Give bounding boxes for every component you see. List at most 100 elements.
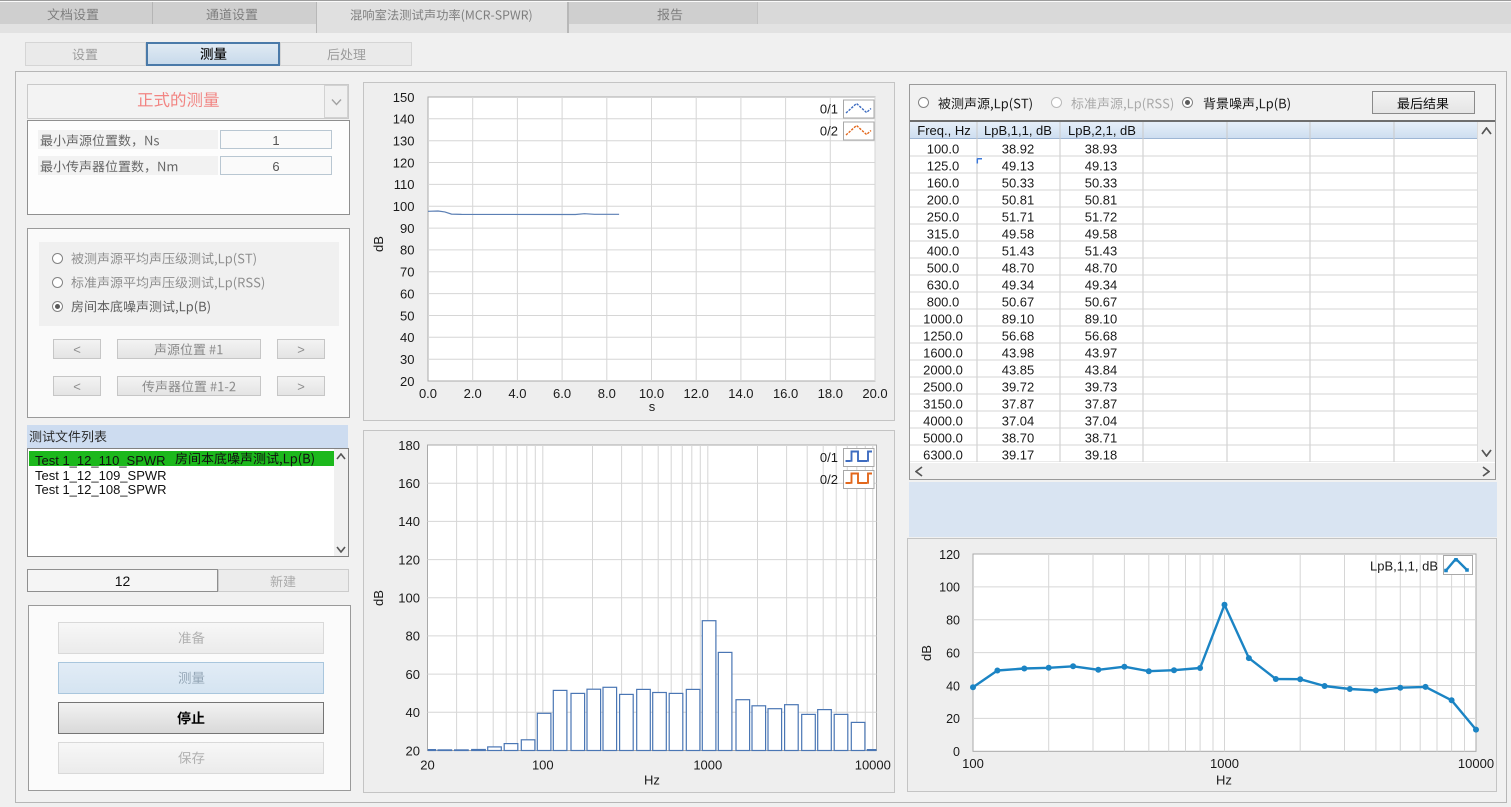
svg-text:50.81: 50.81 [1085,192,1118,207]
svg-text:100: 100 [939,581,960,595]
svg-text:20: 20 [400,374,414,389]
svg-text:200.0: 200.0 [927,192,960,207]
svg-text:20: 20 [406,743,420,758]
svg-text:2500.0: 2500.0 [923,379,963,394]
svg-text:6300.0: 6300.0 [923,447,963,462]
svg-text:800.0: 800.0 [927,294,960,309]
svg-text:315.0: 315.0 [927,226,960,241]
svg-text:100: 100 [962,756,984,771]
svg-text:dB: dB [371,590,386,606]
svg-text:125.0: 125.0 [927,158,960,173]
svg-text:180: 180 [398,438,420,453]
svg-text:5000.0: 5000.0 [923,430,963,445]
svg-text:4.0: 4.0 [508,386,526,401]
svg-text:56.68: 56.68 [1002,328,1035,343]
svg-text:0/1: 0/1 [820,102,838,117]
svg-text:89.10: 89.10 [1002,311,1035,326]
svg-text:39.73: 39.73 [1085,379,1118,394]
svg-text:100: 100 [398,591,420,606]
svg-text:120: 120 [398,552,420,567]
svg-text:140: 140 [398,514,420,529]
svg-text:1000: 1000 [693,758,722,773]
svg-text:80: 80 [946,614,960,628]
svg-text:Hz: Hz [1216,773,1232,788]
svg-text:12.0: 12.0 [684,386,709,401]
svg-text:LpB,1,1, dB: LpB,1,1, dB [1370,559,1438,574]
svg-text:50.33: 50.33 [1085,175,1118,190]
svg-text:38.93: 38.93 [1085,141,1118,156]
svg-text:s: s [649,399,656,414]
svg-text:50.81: 50.81 [1002,192,1035,207]
svg-text:100: 100 [393,199,415,214]
svg-text:49.58: 49.58 [1085,226,1118,241]
svg-text:60: 60 [406,667,420,682]
svg-text:110: 110 [394,177,415,192]
svg-text:50.67: 50.67 [1002,294,1035,309]
svg-text:0/1: 0/1 [820,450,838,465]
svg-text:90: 90 [400,221,414,236]
svg-text:2.0: 2.0 [464,386,482,401]
svg-text:51.43: 51.43 [1085,243,1118,258]
svg-text:37.87: 37.87 [1085,396,1118,411]
svg-text:49.34: 49.34 [1085,277,1118,292]
svg-text:Freq., Hz: Freq., Hz [917,123,970,138]
svg-text:37.04: 37.04 [1002,413,1035,428]
svg-text:43.97: 43.97 [1085,345,1118,360]
svg-text:1000.0: 1000.0 [923,311,963,326]
svg-text:40: 40 [406,705,420,720]
svg-text:48.70: 48.70 [1002,260,1035,275]
svg-text:6.0: 6.0 [553,386,571,401]
svg-text:dB: dB [919,645,934,661]
svg-text:38.70: 38.70 [1002,430,1035,445]
svg-text:60: 60 [946,646,960,660]
svg-text:140: 140 [393,112,415,127]
svg-text:49.13: 49.13 [1085,158,1118,173]
svg-text:89.10: 89.10 [1085,311,1118,326]
svg-text:51.71: 51.71 [1002,209,1035,224]
svg-text:80: 80 [400,243,414,258]
svg-text:16.0: 16.0 [773,386,798,401]
svg-text:1250.0: 1250.0 [923,328,963,343]
svg-text:38.71: 38.71 [1085,430,1118,445]
svg-text:43.85: 43.85 [1002,362,1035,377]
svg-text:2000.0: 2000.0 [923,362,963,377]
svg-text:LpB,1,1, dB: LpB,1,1, dB [984,123,1052,138]
svg-text:43.98: 43.98 [1002,345,1035,360]
svg-text:100.0: 100.0 [927,141,960,156]
svg-text:80: 80 [406,629,420,644]
svg-text:14.0: 14.0 [728,386,753,401]
svg-text:100: 100 [532,758,554,773]
svg-text:10000: 10000 [855,758,891,773]
svg-text:4000.0: 4000.0 [923,413,963,428]
svg-text:20.0: 20.0 [862,386,887,401]
svg-text:49.34: 49.34 [1002,277,1035,292]
svg-text:39.72: 39.72 [1002,379,1035,394]
svg-text:630.0: 630.0 [927,277,960,292]
svg-text:400.0: 400.0 [927,243,960,258]
svg-text:37.04: 37.04 [1085,413,1118,428]
svg-text:130: 130 [393,134,415,149]
svg-text:51.72: 51.72 [1085,209,1118,224]
svg-text:Hz: Hz [644,773,660,788]
svg-text:120: 120 [393,155,415,170]
svg-text:20: 20 [946,712,960,726]
svg-text:160.0: 160.0 [927,175,960,190]
svg-text:50.67: 50.67 [1085,294,1118,309]
svg-text:39.18: 39.18 [1085,447,1118,462]
svg-text:30: 30 [400,352,414,367]
svg-text:160: 160 [398,476,420,491]
svg-text:39.17: 39.17 [1002,447,1035,462]
svg-text:50: 50 [400,308,414,323]
svg-text:0: 0 [953,745,960,759]
svg-text:37.87: 37.87 [1002,396,1035,411]
svg-text:150: 150 [393,90,415,105]
svg-text:8.0: 8.0 [598,386,616,401]
svg-text:50.33: 50.33 [1002,175,1035,190]
svg-text:0/2: 0/2 [820,472,838,487]
svg-text:120: 120 [939,548,960,562]
svg-text:48.70: 48.70 [1085,260,1118,275]
svg-text:LpB,2,1, dB: LpB,2,1, dB [1068,123,1136,138]
svg-text:56.68: 56.68 [1085,328,1118,343]
svg-text:20: 20 [420,758,434,773]
svg-text:60: 60 [400,286,414,301]
